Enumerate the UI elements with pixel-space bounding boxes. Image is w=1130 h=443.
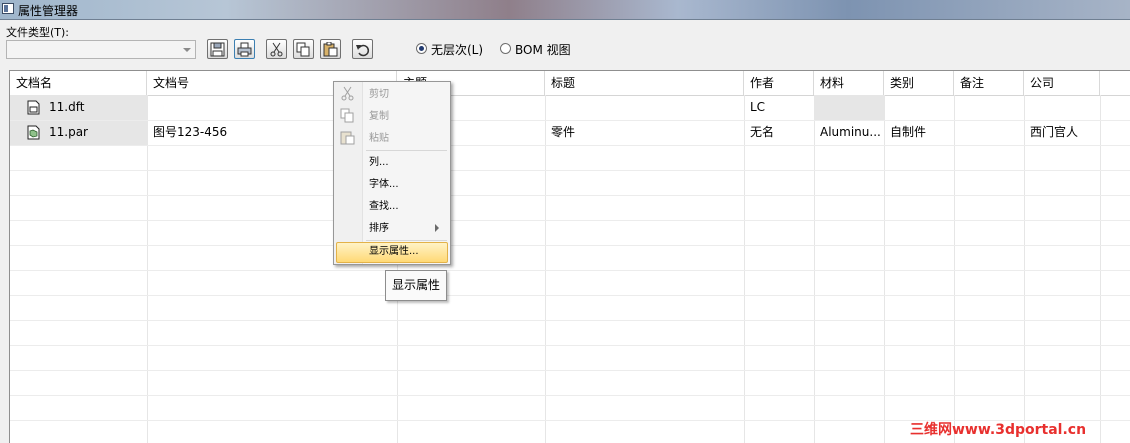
title-bar: 属性管理器 xyxy=(0,0,1130,20)
row1-doc-name[interactable]: 11.dft xyxy=(43,95,147,120)
print-icon xyxy=(237,42,252,57)
watermark: 三维网www.3dportal.cn xyxy=(910,422,1087,438)
row2-material[interactable]: Aluminu... xyxy=(814,120,884,145)
print-button[interactable] xyxy=(234,39,255,59)
grid-header: 文档名 文档号 主题 标题 作者 材料 类别 备注 公司 xyxy=(10,71,1130,96)
menu-item-show-properties[interactable]: 显示属性... xyxy=(369,242,419,262)
bom-view-label: BOM 视图 xyxy=(515,43,571,57)
undo-icon xyxy=(356,44,370,57)
grid-line xyxy=(1100,95,1101,443)
flat-view-label: 无层次(L) xyxy=(431,43,484,57)
menu-item-copy[interactable]: 复制 xyxy=(369,107,389,127)
menu-item-paste[interactable]: 粘贴 xyxy=(369,129,389,149)
menu-separator xyxy=(366,150,447,151)
save-icon xyxy=(210,42,225,57)
cut-icon xyxy=(341,86,354,101)
row2-title[interactable]: 零件 xyxy=(545,120,744,145)
grid-line xyxy=(545,95,546,443)
grid-line xyxy=(10,145,1130,146)
col-header-title[interactable]: 标题 xyxy=(545,71,744,95)
col-header-author[interactable]: 作者 xyxy=(744,71,814,95)
tooltip: 显示属性 xyxy=(385,270,447,301)
row1-category[interactable] xyxy=(884,95,954,120)
menu-item-find[interactable]: 查找... xyxy=(369,197,399,217)
save-button[interactable] xyxy=(207,39,228,59)
row2-doc-name[interactable]: 11.par xyxy=(43,120,147,145)
grid-line xyxy=(10,370,1130,371)
draft-file-icon xyxy=(27,100,40,115)
property-grid[interactable]: 文档名 文档号 主题 标题 作者 材料 类别 备注 公司 11.dft LC xyxy=(9,70,1130,443)
grid-line xyxy=(10,345,1130,346)
copy-button[interactable] xyxy=(293,39,314,59)
row1-author[interactable]: LC xyxy=(744,95,814,120)
grid-line xyxy=(10,295,1130,296)
menu-item-cut[interactable]: 剪切 xyxy=(369,85,389,105)
flat-view-radio[interactable] xyxy=(416,43,427,54)
grid-line xyxy=(10,170,1130,171)
grid-line xyxy=(744,95,745,443)
row2-remarks[interactable] xyxy=(954,120,1024,145)
grid-line xyxy=(10,195,1130,196)
row2-author[interactable]: 无名 xyxy=(744,120,814,145)
paste-icon xyxy=(340,131,355,145)
doc-type-combo[interactable] xyxy=(6,40,196,59)
window-title: 属性管理器 xyxy=(18,4,79,18)
grid-line xyxy=(10,245,1130,246)
menu-separator xyxy=(366,240,447,241)
copy-icon xyxy=(340,108,354,123)
grid-line xyxy=(10,395,1130,396)
undo-button[interactable] xyxy=(352,39,373,59)
menu-item-font[interactable]: 字体... xyxy=(369,175,399,195)
grid-line xyxy=(884,95,885,443)
app-icon xyxy=(2,3,14,14)
grid-line xyxy=(10,320,1130,321)
cut-button[interactable] xyxy=(266,39,287,59)
submenu-arrow-icon xyxy=(435,224,439,232)
row2-category[interactable]: 自制件 xyxy=(884,120,954,145)
paste-button[interactable] xyxy=(320,39,341,59)
grid-line xyxy=(147,95,148,443)
row1-company[interactable] xyxy=(1024,95,1100,120)
part-file-icon xyxy=(27,125,40,140)
grid-line xyxy=(814,95,815,443)
col-header-company[interactable]: 公司 xyxy=(1024,71,1100,95)
row2-company[interactable]: 西门官人 xyxy=(1024,120,1100,145)
row1-title[interactable] xyxy=(545,95,744,120)
paste-icon xyxy=(323,42,338,57)
col-header-doc-name[interactable]: 文档名 xyxy=(10,71,147,95)
context-menu: 剪切 复制 粘贴 列... 字体... 查找... 排序 显示属性... xyxy=(333,81,451,265)
col-header-remarks[interactable]: 备注 xyxy=(954,71,1024,95)
bom-view-radio[interactable] xyxy=(500,43,511,54)
grid-line xyxy=(954,95,955,443)
col-header-material[interactable]: 材料 xyxy=(814,71,884,95)
menu-item-sort[interactable]: 排序 xyxy=(369,219,389,239)
chevron-down-icon xyxy=(183,48,191,52)
copy-icon xyxy=(296,42,310,57)
material-cell-selected xyxy=(815,95,884,120)
doc-type-label: 文件类型(T): xyxy=(6,26,70,39)
grid-line xyxy=(1024,95,1025,443)
grid-line xyxy=(10,220,1130,221)
col-header-category[interactable]: 类别 xyxy=(884,71,954,95)
grid-line xyxy=(10,270,1130,271)
menu-item-columns[interactable]: 列... xyxy=(369,153,389,173)
cut-icon xyxy=(270,42,283,57)
